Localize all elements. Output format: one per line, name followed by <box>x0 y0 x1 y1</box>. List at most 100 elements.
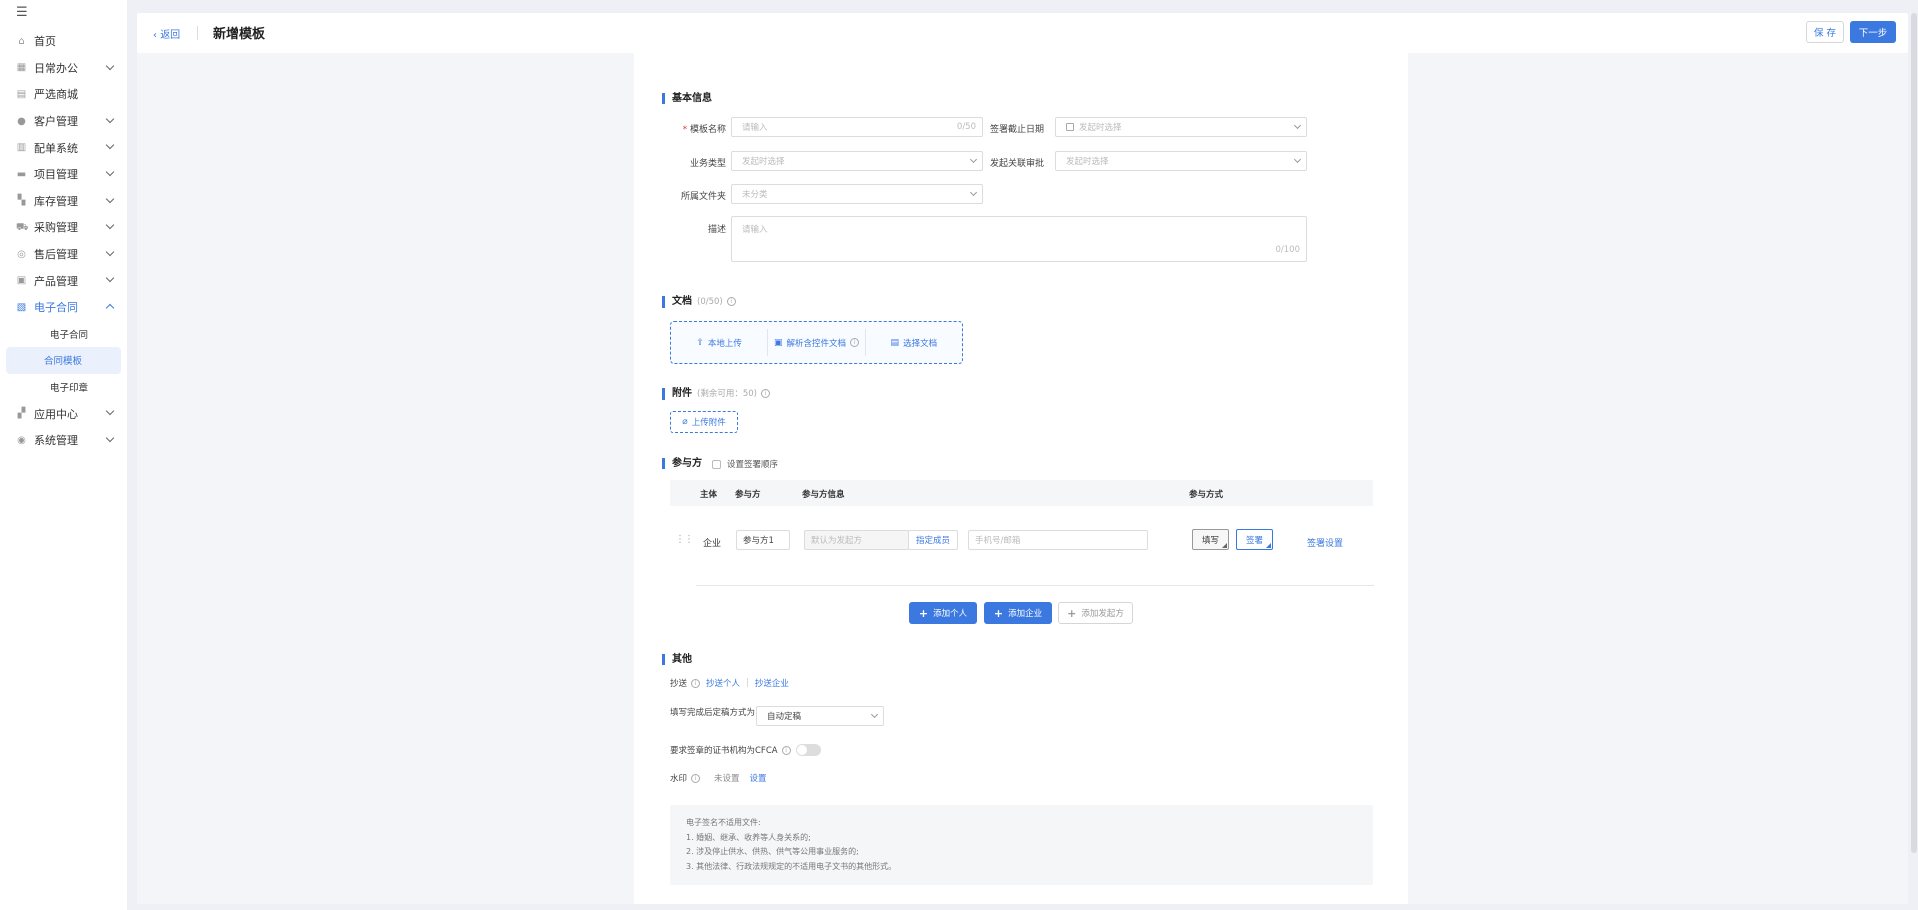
briefcase-icon: ▦ <box>16 62 27 74</box>
folder-select[interactable]: 未分类 <box>731 184 983 204</box>
chevron-down-icon <box>1293 121 1302 130</box>
chevron-up-icon <box>105 303 115 313</box>
plus-icon: + <box>1067 606 1077 620</box>
info-icon: i <box>760 388 770 398</box>
header-subject: 主体 <box>700 490 718 500</box>
row-subject: 企业 <box>703 539 722 549</box>
sidebar-item-aftersales[interactable]: ◎ 售后管理 <box>0 241 127 268</box>
sidebar-item-purchasing[interactable]: ⛟ 采购管理 <box>0 214 127 241</box>
notice-box: 电子签名不适用文件: 1. 婚姻、继承、收养等人身关系的; 2. 涉及停止供水、… <box>670 805 1373 885</box>
sidebar-item-system[interactable]: ◉ 系统管理 <box>0 427 127 454</box>
notice-line: 2. 涉及停止供水、供热、供气等公用事业服务的; <box>686 847 859 856</box>
add-person-button[interactable]: + 添加个人 <box>909 602 977 624</box>
headset-icon: ◎ <box>17 248 26 260</box>
product-icon: ▣ <box>16 275 27 287</box>
approval-select[interactable]: 发起时选择 <box>1055 151 1307 171</box>
cfca-toggle[interactable] <box>795 744 821 756</box>
fill-mode-button[interactable]: 填写 <box>1192 529 1229 550</box>
folder-icon: ▬ <box>16 168 27 180</box>
back-link[interactable]: ‹ 返回 <box>153 26 180 41</box>
finalize-select[interactable]: 自动定稿 <box>756 706 884 726</box>
sidebar-subitem-econtract[interactable]: 电子合同 <box>6 321 121 348</box>
sidebar-item-customers[interactable]: ● 客户管理 <box>0 108 127 135</box>
sign-mode-button[interactable]: 签署 <box>1236 529 1273 550</box>
assign-member-button[interactable]: 指定成员 <box>908 530 958 550</box>
menu-toggle-icon[interactable]: ☰ <box>16 6 30 20</box>
document-upload-box: ⇪ 本地上传 ▣ 解析含控件文档 i ▤ 选择文档 <box>670 321 963 364</box>
chevron-down-icon <box>969 188 978 197</box>
chevron-down-icon <box>105 61 115 70</box>
home-icon: ⌂ <box>18 35 25 47</box>
section-basic-info: 基本信息 <box>662 93 712 104</box>
header-party: 参与方 <box>735 490 761 500</box>
add-company-button[interactable]: + 添加企业 <box>984 602 1052 624</box>
signing-order-option[interactable]: 设置签署顺序 <box>712 458 778 470</box>
add-initiator-button[interactable]: + 添加发起方 <box>1058 602 1133 624</box>
page-title: 新增模板 <box>213 27 266 42</box>
row-divider <box>696 585 1374 586</box>
table-row: ⋮⋮ 企业 参与方1 默认为发起方 指定成员 手机号/邮箱 填写 签署 签署设置 <box>670 521 1373 561</box>
sidebar-item-mall[interactable]: ▤ 严选商城 <box>0 81 127 108</box>
watermark-row: 水印 i 未设置 设置 <box>670 772 767 784</box>
signing-order-checkbox[interactable] <box>712 459 721 469</box>
header-divider <box>197 26 198 40</box>
biz-type-select[interactable]: 发起时选择 <box>731 151 983 171</box>
biz-type-label: 业务类型 <box>689 159 726 169</box>
apps-icon: ▞ <box>17 408 26 420</box>
settings-icon: ◉ <box>17 434 26 446</box>
calendar-icon <box>1066 123 1074 131</box>
upload-icon: ⇪ <box>696 337 704 348</box>
description-label: 描述 <box>707 225 726 235</box>
drag-handle-icon[interactable]: ⋮⋮ <box>675 534 694 545</box>
chevron-down-icon <box>870 710 879 719</box>
sidebar-item-inventory[interactable]: ▚ 库存管理 <box>0 188 127 215</box>
deadline-picker[interactable]: 发起时选择 <box>1055 117 1307 137</box>
chevron-down-icon <box>105 220 115 230</box>
watermark-set-link[interactable]: 设置 <box>750 772 767 784</box>
participants-table-header: 主体 参与方 参与方信息 参与方式 <box>670 480 1373 506</box>
chevron-down-icon <box>105 114 115 124</box>
next-step-button[interactable]: 下一步 <box>1850 21 1896 43</box>
notice-line: 电子签名不适用文件: <box>686 818 761 827</box>
sidebar-item-products[interactable]: ▣ 产品管理 <box>0 267 127 294</box>
users-icon: ● <box>17 115 26 127</box>
finalize-row: 填写完成后定稿方式为 <box>670 708 756 718</box>
sidebar-item-apps[interactable]: ▞ 应用中心 <box>0 400 127 427</box>
description-textarea[interactable]: 请输入 0/100 <box>731 216 1307 262</box>
control-doc-icon: ▣ <box>773 337 783 348</box>
sidebar-item-home[interactable]: ⌂ 首页 <box>0 28 127 55</box>
sidebar-subitem-seal[interactable]: 电子印章 <box>6 374 121 401</box>
cc-row: 抄送 i 抄送个人 | 抄送企业 <box>670 677 789 689</box>
folder-label: 所属文件夹 <box>680 192 726 202</box>
sidebar-subitem-template[interactable]: 合同模板 <box>6 347 121 374</box>
sidebar-item-office[interactable]: ▦ 日常办公 <box>0 55 127 82</box>
sidebar-item-orders[interactable]: ▥ 配单系统 <box>0 134 127 161</box>
party-name-input[interactable]: 参与方1 <box>736 530 790 550</box>
template-name-input[interactable]: 请输入 0/50 <box>731 117 983 137</box>
header-party-info: 参与方信息 <box>802 490 845 500</box>
scrollbar[interactable] <box>1911 13 1917 853</box>
save-button[interactable]: 保 存 <box>1806 21 1844 43</box>
info-icon: i <box>691 678 701 688</box>
chevron-down-icon <box>105 194 115 203</box>
boxes-icon: ▚ <box>17 195 26 207</box>
document-icon: ▥ <box>16 142 27 154</box>
cfca-row: 要求签章的证书机构为CFCA i <box>670 744 821 756</box>
initiator-input: 默认为发起方 <box>804 530 909 550</box>
cc-company-link[interactable]: 抄送企业 <box>755 677 789 689</box>
sign-settings-link[interactable]: 签署设置 <box>1307 536 1343 549</box>
chevron-down-icon <box>105 247 115 256</box>
local-upload-button[interactable]: ⇪ 本地上传 <box>671 329 767 356</box>
cc-person-link[interactable]: 抄送个人 <box>706 677 740 689</box>
upload-attachment-button[interactable]: ⌀ 上传附件 <box>670 411 738 433</box>
phone-email-input[interactable]: 手机号/邮箱 <box>968 530 1148 550</box>
parse-control-doc-button[interactable]: ▣ 解析含控件文档 i <box>767 329 864 356</box>
notice-line: 3. 其他法律、行政法规规定的不适用电子文书的其他形式。 <box>686 861 897 871</box>
sidebar-item-econtract[interactable]: ▧ 电子合同 <box>0 294 127 321</box>
paperclip-icon: ⌀ <box>682 417 688 427</box>
deadline-label: 签署截止日期 <box>989 125 1044 135</box>
choose-doc-button[interactable]: ▤ 选择文档 <box>864 329 962 356</box>
section-participants: 参与方 <box>662 458 702 469</box>
sidebar-item-projects[interactable]: ▬ 项目管理 <box>0 161 127 188</box>
form-card: 基本信息 * 模板名称 请输入 0/50 签署截止日期 发起时选择 业务类型 发起… <box>634 53 1408 904</box>
